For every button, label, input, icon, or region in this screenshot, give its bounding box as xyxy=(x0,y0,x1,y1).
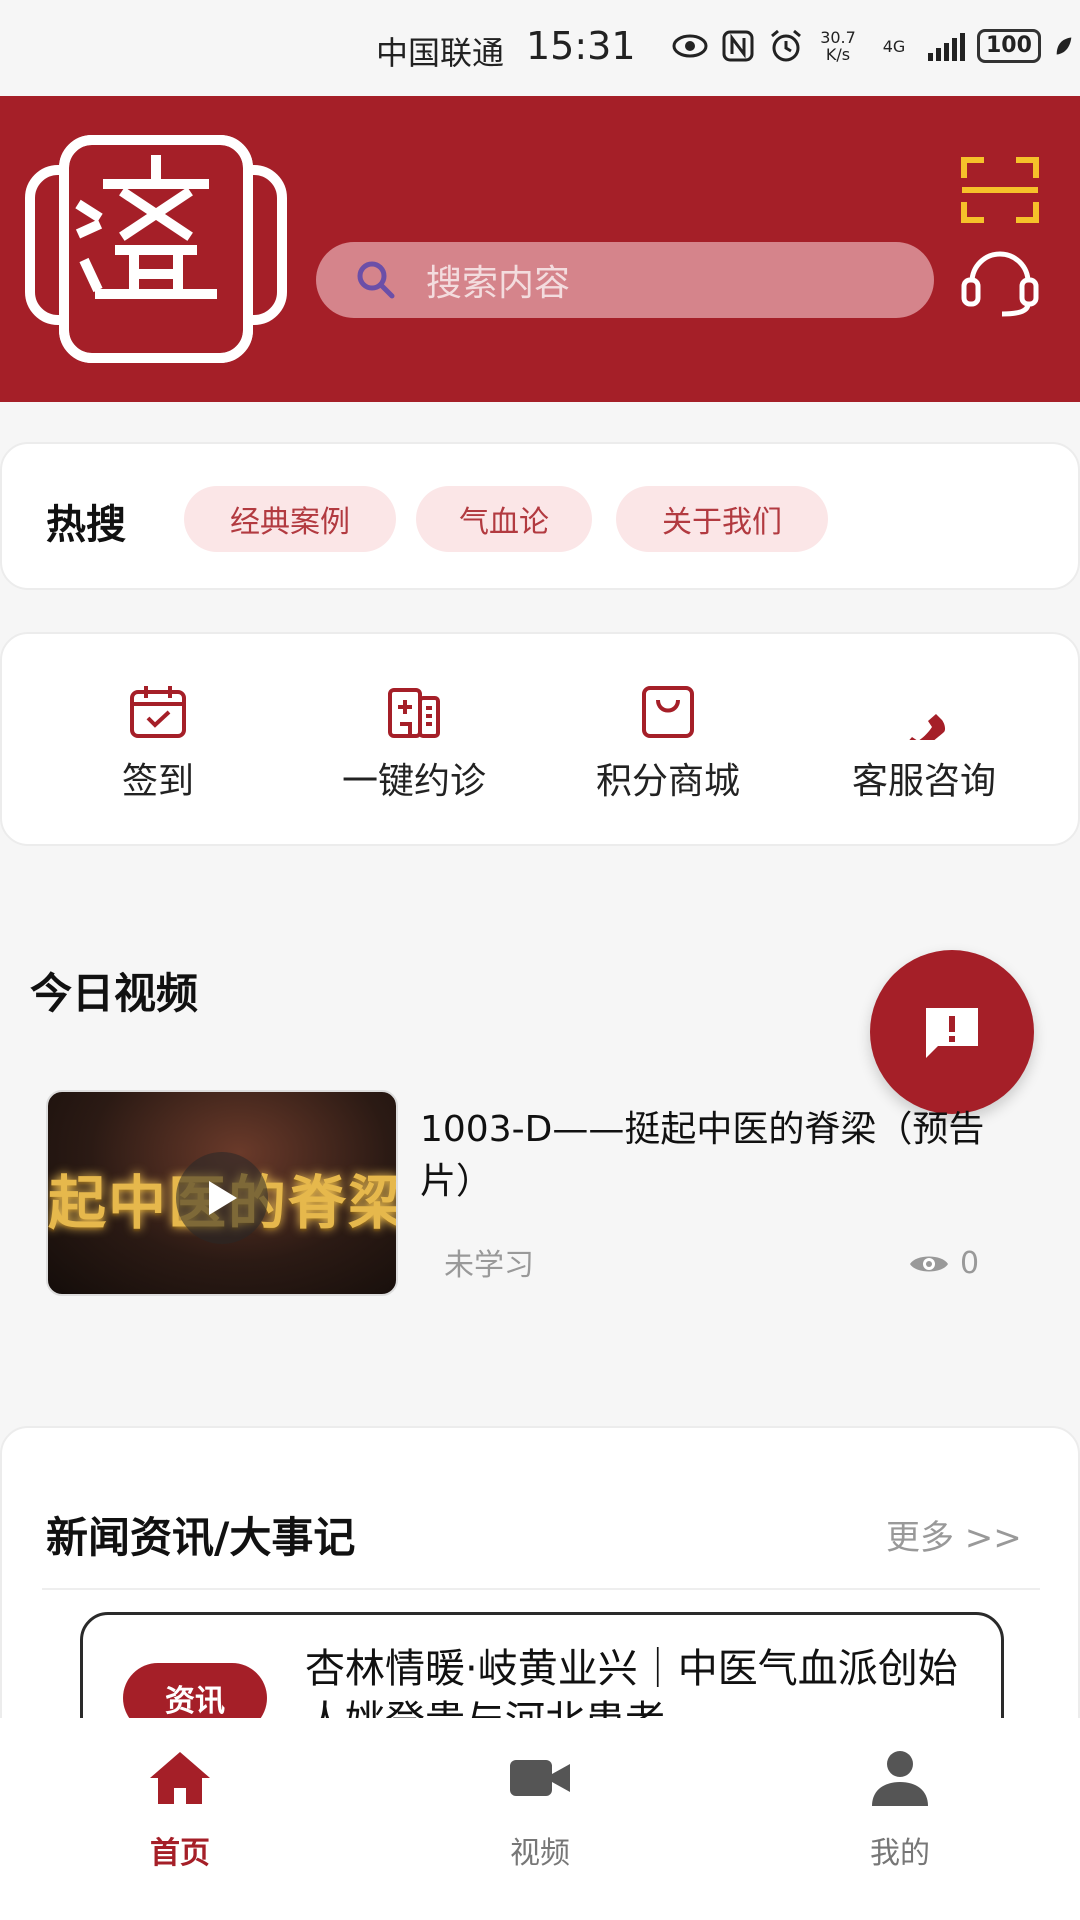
leaf-icon xyxy=(1056,37,1072,55)
nav-profile-label: 我的 xyxy=(870,1836,930,1871)
video-camera-icon xyxy=(510,1760,570,1796)
quick-actions-card: 签到 一键约诊 积分商城 客服咨询 xyxy=(0,632,1080,846)
nav-profile[interactable]: 我的 xyxy=(800,1748,1000,1872)
status-bar: 中国联通 15:31 30.7 K/s 4G 100 xyxy=(0,0,1080,96)
battery-icon: 100 xyxy=(977,29,1041,63)
network-type: 4G xyxy=(872,38,916,55)
status-icons: 30.7 K/s 4G 100 xyxy=(672,28,1075,64)
network-speed: 30.7 K/s xyxy=(816,29,860,63)
action-points-mall[interactable]: 积分商城 xyxy=(548,684,788,804)
scan-icon[interactable] xyxy=(960,156,1040,224)
view-count-value: 0 xyxy=(960,1246,980,1281)
eye-icon xyxy=(672,34,708,58)
play-button[interactable] xyxy=(176,1152,268,1244)
video-view-count: 0 xyxy=(908,1246,979,1281)
search-bar[interactable]: 搜索内容 xyxy=(316,242,934,318)
nav-video[interactable]: 视频 xyxy=(440,1748,640,1872)
hot-tag-qixue-theory[interactable]: 气血论 xyxy=(416,486,592,552)
carrier-name: 中国联通 xyxy=(376,34,505,72)
hot-tag-about-us[interactable]: 关于我们 xyxy=(616,486,828,552)
search-placeholder: 搜索内容 xyxy=(426,263,571,304)
calendar-check-icon xyxy=(130,686,186,738)
nfc-icon xyxy=(722,30,754,62)
video-study-status: 未学习 xyxy=(444,1248,534,1283)
nav-home[interactable]: 首页 xyxy=(80,1748,280,1872)
hot-search-title: 热搜 xyxy=(46,502,126,548)
action-checkin-label: 签到 xyxy=(121,761,194,802)
action-book-appointment-label: 一键约诊 xyxy=(341,761,486,802)
app-header: 搜索内容 xyxy=(0,96,1080,402)
play-icon xyxy=(209,1181,237,1215)
app-screen: 中国联通 15:31 30.7 K/s 4G 100 搜索内容 热搜 经典案例 … xyxy=(0,0,1080,1920)
action-checkin[interactable]: 签到 xyxy=(38,684,278,804)
message-alert-icon xyxy=(926,1008,978,1058)
today-video-title: 今日视频 xyxy=(30,969,199,1018)
action-book-appointment[interactable]: 一键约诊 xyxy=(294,684,534,804)
user-icon xyxy=(872,1751,928,1806)
news-divider xyxy=(42,1588,1040,1590)
nav-video-label: 视频 xyxy=(510,1836,570,1871)
bottom-navigation: 首页 视频 我的 xyxy=(0,1718,1080,1920)
alarm-icon xyxy=(771,29,801,62)
clock: 15:31 xyxy=(526,24,636,68)
action-customer-service[interactable]: 客服咨询 xyxy=(804,684,1044,804)
eye-icon xyxy=(910,1256,948,1271)
phone-icon xyxy=(909,714,946,740)
signal-icon xyxy=(928,31,965,61)
video-thumbnail[interactable]: 起中医的脊梁 xyxy=(46,1090,398,1296)
news-more-link[interactable]: 更多 >> xyxy=(886,1510,1022,1559)
hot-tag-classic-cases[interactable]: 经典案例 xyxy=(184,486,396,552)
news-section-title: 新闻资讯/大事记 xyxy=(46,1513,356,1562)
network-type-label: 4G xyxy=(882,36,906,56)
action-points-mall-label: 积分商城 xyxy=(595,761,740,802)
hot-search-card: 热搜 经典案例 气血论 关于我们 xyxy=(0,442,1080,590)
nav-home-label: 首页 xyxy=(150,1836,210,1871)
feedback-button[interactable] xyxy=(870,950,1034,1114)
video-title[interactable]: 1003-D——挺起中医的脊梁（预告片） xyxy=(420,1104,1020,1208)
home-icon xyxy=(150,1752,210,1804)
hospital-icon xyxy=(388,688,440,738)
shopping-bag-icon xyxy=(642,686,694,738)
jishi-seal-logo xyxy=(25,135,287,363)
search-icon xyxy=(357,261,395,299)
network-speed-value: 30.7 xyxy=(820,28,856,47)
network-speed-unit: K/s xyxy=(825,45,851,64)
headset-icon[interactable] xyxy=(958,242,1042,318)
action-customer-service-label: 客服咨询 xyxy=(851,761,996,802)
